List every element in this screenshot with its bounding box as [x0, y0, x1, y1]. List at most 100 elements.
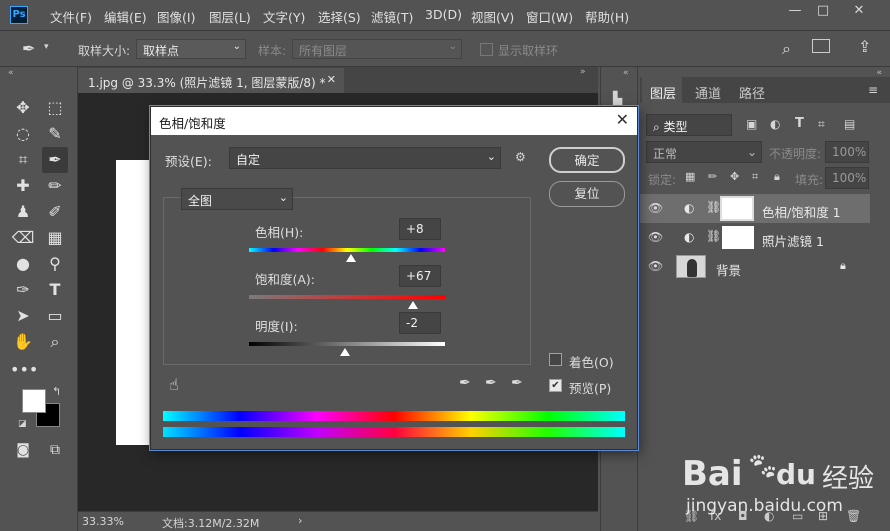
eyedropper-tool-icon[interactable]: ✒	[42, 147, 68, 173]
workspace-icon[interactable]	[812, 39, 830, 53]
filter-shape-icon[interactable]: ⌗	[818, 117, 825, 132]
pen-tool-icon[interactable]: ✑	[10, 277, 36, 303]
close-tab-icon[interactable]: ✕	[327, 73, 336, 86]
layer-filter-select[interactable]: ⌕ 类型	[646, 114, 732, 136]
menu-image[interactable]: 图像(I)	[157, 7, 195, 26]
marquee-tool-icon[interactable]: ⬚	[42, 95, 68, 121]
maximize-button[interactable]: □	[812, 3, 834, 21]
menu-select[interactable]: 选择(S)	[318, 7, 361, 26]
zoom-tool-icon[interactable]: ⌕	[42, 329, 68, 355]
layer-row[interactable]: 👁︎ ◐ ⛓︎ 色相/饱和度 1	[640, 194, 870, 223]
hue-input[interactable]: +8	[399, 218, 441, 240]
more-tools-icon[interactable]: •••	[10, 357, 38, 383]
preview-checkbox[interactable]: ✔	[549, 379, 562, 392]
tab-paths[interactable]: 路径	[739, 83, 765, 102]
menu-filter[interactable]: 滤镜(T)	[371, 7, 413, 26]
saturation-slider-thumb[interactable]	[407, 301, 418, 309]
tab-layers[interactable]: 图层	[650, 83, 676, 102]
saturation-slider-track[interactable]	[249, 295, 445, 299]
histogram-panel-icon[interactable]: ▙	[613, 91, 622, 105]
colorize-checkbox[interactable]	[549, 353, 562, 366]
crop-tool-icon[interactable]: ⌗	[10, 147, 36, 173]
dodge-tool-icon[interactable]: ⚲	[42, 251, 68, 277]
menu-layer[interactable]: 图层(L)	[209, 7, 251, 26]
blur-tool-icon[interactable]: ●	[10, 251, 36, 277]
collapse-toolbar-icon[interactable]: «	[8, 68, 14, 78]
menu-window[interactable]: 窗口(W)	[526, 7, 573, 26]
preset-options-gear-icon[interactable]: ⚙	[515, 150, 526, 164]
add-to-sample-eyedropper-icon[interactable]: ✒	[485, 375, 497, 391]
path-select-tool-icon[interactable]: ➤	[10, 303, 36, 329]
tool-preset-chevron-icon[interactable]: ▾	[44, 42, 49, 52]
healing-brush-tool-icon[interactable]: ✚	[10, 173, 36, 199]
lock-image-icon[interactable]: ✏	[708, 170, 717, 183]
lock-transparent-icon[interactable]: ▦	[685, 170, 695, 183]
filter-pixel-icon[interactable]: ▣	[746, 117, 757, 131]
hand-tool-icon[interactable]: ✋	[10, 329, 36, 355]
minimize-button[interactable]: —	[784, 3, 806, 21]
eye-icon[interactable]: 👁︎	[648, 201, 663, 215]
default-colors-icon[interactable]: ◪	[18, 419, 27, 429]
history-brush-tool-icon[interactable]: ✐	[42, 199, 68, 225]
eye-icon[interactable]: 👁︎	[648, 259, 663, 273]
saturation-input[interactable]: +67	[399, 265, 441, 287]
reset-button[interactable]: 复位	[549, 181, 625, 207]
document-tab[interactable]: 1.jpg @ 33.3% (照片滤镜 1, 图层蒙版/8) * ✕	[78, 68, 344, 93]
dialog-title-bar[interactable]: 色相/饱和度 ✕	[151, 107, 637, 135]
link-icon[interactable]: ⛓︎	[706, 200, 721, 214]
blend-mode-select[interactable]: 正常 ⌄	[646, 141, 762, 163]
show-ring-checkbox[interactable]	[480, 43, 493, 56]
menu-file[interactable]: 文件(F)	[50, 7, 92, 26]
eyedropper-tool-icon[interactable]: ✒	[22, 39, 35, 58]
tab-channels[interactable]: 通道	[695, 83, 721, 102]
subtract-from-sample-eyedropper-icon[interactable]: ✒	[511, 375, 523, 391]
fill-input[interactable]: 100%	[825, 167, 869, 189]
move-tool-icon[interactable]: ✥	[10, 95, 36, 121]
screen-mode-icon[interactable]: ⧉	[42, 437, 68, 463]
menu-3d[interactable]: 3D(D)	[425, 7, 462, 22]
brush-tool-icon[interactable]: ✏	[42, 173, 68, 199]
preset-select[interactable]: 自定 ⌄	[229, 147, 501, 169]
close-icon[interactable]: ✕	[616, 110, 629, 129]
targeted-adjustment-hand-icon[interactable]: ☝	[169, 375, 179, 394]
stamp-tool-icon[interactable]: ♟	[10, 199, 36, 225]
lightness-slider-track[interactable]	[249, 342, 445, 346]
opacity-input[interactable]: 100%	[825, 141, 869, 163]
swap-colors-icon[interactable]: ↰	[52, 385, 61, 398]
hue-slider-track[interactable]	[249, 248, 445, 252]
close-app-button[interactable]: ✕	[848, 3, 870, 21]
layer-mask-thumbnail[interactable]	[722, 226, 754, 249]
menu-view[interactable]: 视图(V)	[471, 7, 514, 26]
channel-select[interactable]: 全图 ⌄	[181, 188, 293, 210]
search-icon[interactable]: ⌕	[782, 39, 791, 59]
quick-select-tool-icon[interactable]: ✎	[42, 121, 68, 147]
zoom-level[interactable]: 33.33%	[82, 515, 124, 528]
lock-position-icon[interactable]: ✥	[730, 170, 739, 183]
sample-select[interactable]: 所有图层 ⌄	[292, 39, 462, 59]
lock-artboard-icon[interactable]: ⌗	[752, 170, 758, 184]
lasso-tool-icon[interactable]: ◌	[10, 121, 36, 147]
foreground-color-swatch[interactable]	[22, 389, 46, 413]
panel-menu-icon[interactable]: ≡	[868, 83, 878, 97]
layer-mask-thumbnail[interactable]	[720, 196, 754, 221]
gradient-tool-icon[interactable]: ▦	[42, 225, 68, 251]
menu-type[interactable]: 文字(Y)	[263, 7, 305, 26]
layer-row[interactable]: 👁︎ 背景 🔒︎	[640, 252, 870, 281]
rectangle-tool-icon[interactable]: ▭	[42, 303, 68, 329]
hue-slider-thumb[interactable]	[346, 254, 357, 262]
sample-size-select[interactable]: 取样点 ⌄	[136, 39, 246, 59]
collapse-docs-icon[interactable]: »	[580, 67, 586, 77]
menu-help[interactable]: 帮助(H)	[585, 7, 629, 26]
eye-icon[interactable]: 👁︎	[648, 230, 663, 244]
quick-mask-icon[interactable]: ◙	[10, 437, 36, 463]
lightness-input[interactable]: -2	[399, 312, 441, 334]
filter-adjustment-icon[interactable]: ◐	[770, 117, 780, 131]
eyedropper-icon[interactable]: ✒	[459, 375, 471, 391]
type-tool-icon[interactable]: T	[42, 277, 68, 303]
filter-smart-object-icon[interactable]: ▤	[844, 117, 855, 131]
status-menu-chevron-icon[interactable]: ›	[298, 514, 302, 527]
lightness-slider-thumb[interactable]	[340, 348, 351, 356]
ok-button[interactable]: 确定	[549, 147, 625, 173]
link-icon[interactable]: ⛓︎	[706, 229, 721, 243]
layer-row[interactable]: 👁︎ ◐ ⛓︎ 照片滤镜 1	[640, 223, 870, 252]
